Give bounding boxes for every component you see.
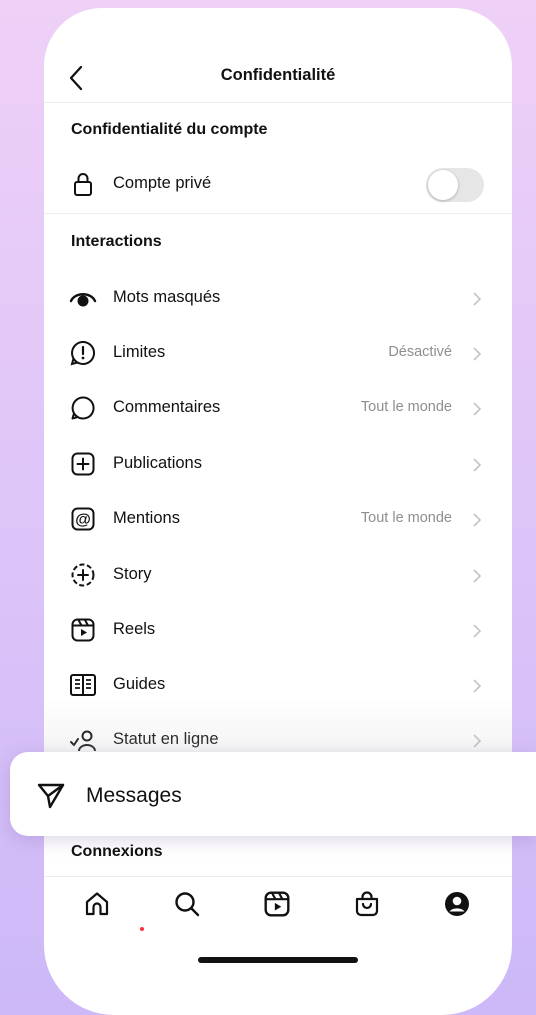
notification-dot: [140, 927, 144, 931]
tab-bar: [44, 876, 512, 937]
interaction-row-guides[interactable]: Guides: [44, 665, 512, 705]
section-heading-account-privacy: Confidentialité du compte: [71, 121, 268, 138]
at-icon: @: [69, 505, 97, 533]
profile-icon[interactable]: [442, 889, 472, 919]
chevron-right-icon: [472, 291, 482, 307]
interaction-value: Désactivé: [388, 344, 452, 360]
interaction-row-posts[interactable]: Publications: [44, 444, 512, 484]
guides-icon: [69, 671, 97, 699]
svg-text:@: @: [75, 512, 91, 529]
messages-label: Messages: [86, 784, 182, 807]
online-status-icon: [69, 726, 97, 754]
lock-icon: [69, 170, 97, 198]
chevron-right-icon: [472, 568, 482, 584]
reels-icon: [69, 616, 97, 644]
toggle-knob: [428, 170, 458, 200]
messages-popup-row[interactable]: Messages: [10, 752, 536, 836]
interaction-row-reels[interactable]: Reels: [44, 610, 512, 650]
interaction-label: Commentaires: [113, 398, 221, 416]
section-heading-interactions: Interactions: [71, 233, 162, 250]
interaction-row-hidden-words[interactable]: Mots masqués: [44, 278, 512, 318]
send-icon: [36, 780, 66, 810]
home-icon[interactable]: [82, 889, 112, 919]
interaction-label: Statut en ligne: [113, 730, 219, 748]
interaction-label: Publications: [113, 454, 202, 472]
comment-icon: [69, 394, 97, 422]
interaction-label: Story: [113, 565, 152, 583]
header: Confidentialité: [44, 56, 512, 103]
reels-icon[interactable]: [262, 889, 292, 919]
interaction-value: Tout le monde: [360, 510, 452, 526]
interaction-label: Reels: [113, 620, 156, 638]
chevron-right-icon: [472, 457, 482, 473]
search-icon[interactable]: [172, 889, 202, 919]
story-add-icon: [69, 561, 97, 589]
limits-icon: [69, 339, 97, 367]
page-title: Confidentialité: [220, 66, 336, 84]
chevron-right-icon: [472, 623, 482, 639]
divider: [44, 213, 512, 214]
interaction-label: Guides: [113, 675, 166, 693]
private-account-row[interactable]: Compte privé: [44, 164, 512, 204]
home-indicator[interactable]: [198, 957, 358, 963]
private-account-label: Compte privé: [113, 174, 212, 192]
section-heading-connections: Connexions: [71, 843, 163, 860]
interaction-row-limits[interactable]: Limites Désactivé: [44, 333, 512, 373]
interaction-label: Mentions: [113, 509, 180, 527]
shop-icon[interactable]: [352, 889, 382, 919]
interaction-row-story[interactable]: Story: [44, 555, 512, 595]
chevron-right-icon: [472, 512, 482, 528]
eye-icon: [69, 284, 97, 312]
chevron-right-icon: [472, 678, 482, 694]
interaction-label: Mots masqués: [113, 288, 221, 306]
chevron-right-icon: [472, 733, 482, 749]
interaction-label: Limites: [113, 343, 166, 361]
interaction-row-mentions[interactable]: @ Mentions Tout le monde: [44, 499, 512, 539]
chevron-right-icon: [472, 401, 482, 417]
private-account-toggle[interactable]: [426, 168, 484, 202]
interaction-value: Tout le monde: [360, 399, 452, 415]
interaction-row-comments[interactable]: Commentaires Tout le monde: [44, 388, 512, 428]
phone-screen: Confidentialité Confidentialité du compt…: [44, 8, 512, 1015]
chevron-right-icon: [472, 346, 482, 362]
add-post-icon: [69, 450, 97, 478]
